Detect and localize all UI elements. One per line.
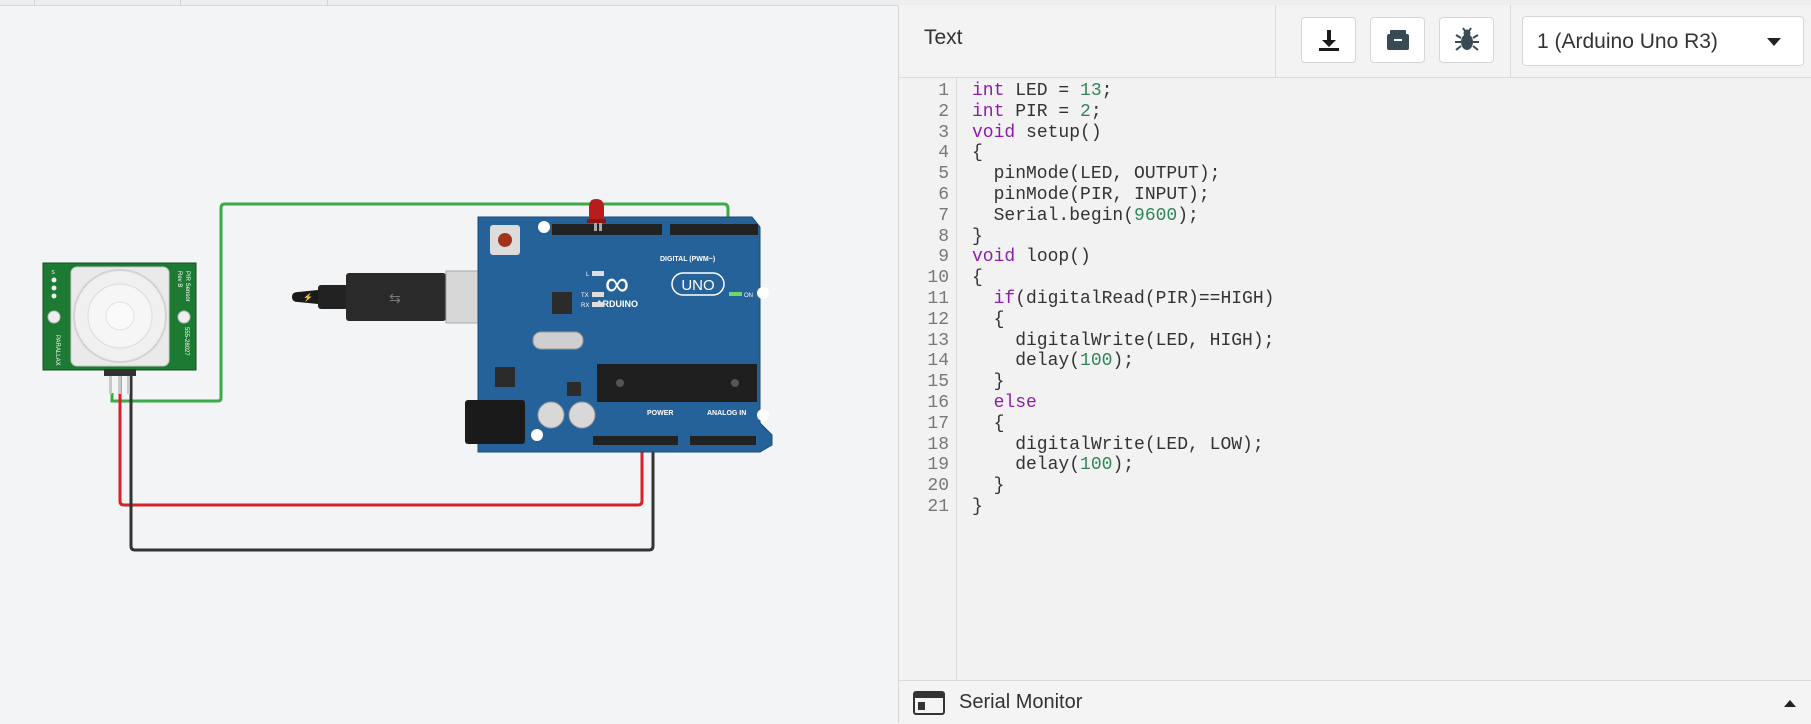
- code-token: );: [1177, 205, 1199, 226]
- code-token: pinMode(LED, OUTPUT);: [972, 164, 1221, 185]
- svg-text:⇆: ⇆: [389, 290, 401, 306]
- library-icon: [1386, 30, 1409, 50]
- code-line[interactable]: Serial.begin(9600);: [972, 204, 1199, 228]
- pir-rev-label: Rev B: [176, 271, 182, 287]
- code-keyword: else: [993, 393, 1037, 413]
- download-code-button[interactable]: [1301, 17, 1356, 63]
- line-number: 21: [927, 497, 949, 517]
- code-token: digitalWrite(LED, LOW);: [972, 434, 1264, 455]
- serial-monitor-bar[interactable]: Serial Monitor: [899, 680, 1811, 724]
- code-token: pinMode(PIR, INPUT);: [972, 185, 1210, 205]
- serial-monitor-icon: [913, 691, 945, 715]
- code-line[interactable]: if(digitalRead(PIR)==HIGH): [972, 287, 1275, 311]
- code-keyword: int: [972, 101, 1005, 122]
- code-number: 2: [1080, 101, 1091, 122]
- code-token: ;: [1090, 101, 1102, 122]
- code-token: }: [972, 372, 1005, 393]
- header-divider: [1275, 5, 1276, 77]
- code-number: 100: [1080, 351, 1113, 372]
- code-keyword: void: [972, 247, 1016, 268]
- code-line[interactable]: void setup(): [972, 121, 1102, 145]
- power-pins-label: POWER: [647, 410, 673, 417]
- on-label: ON: [744, 293, 753, 299]
- code-token: {: [972, 309, 1005, 330]
- code-token: );: [1112, 455, 1135, 476]
- code-token: LED =: [1004, 81, 1081, 101]
- libraries-button[interactable]: [1370, 17, 1425, 63]
- code-token: delay(: [972, 455, 1081, 476]
- code-token: delay(: [972, 351, 1081, 372]
- editor-mode-label[interactable]: Text: [924, 26, 963, 50]
- serial-monitor-label: Serial Monitor: [959, 691, 1083, 713]
- download-icon: [1318, 30, 1339, 51]
- code-token: ;: [1101, 81, 1113, 101]
- svg-text:⚡: ⚡: [303, 292, 313, 302]
- code-token: }: [972, 476, 1005, 497]
- code-line[interactable]: void loop(): [972, 245, 1091, 269]
- led-label-rx: RX: [581, 303, 589, 309]
- chevron-up-icon[interactable]: [1784, 700, 1796, 707]
- code-token: Serial.begin(: [972, 205, 1135, 226]
- code-editor-panel: Text 1 (Arduino Uno R3) 1 2 3 4 5 6 7 8 …: [898, 5, 1811, 724]
- pir-brand-label: PARALLAX: [54, 335, 60, 366]
- code-token: PIR =: [1004, 101, 1081, 122]
- device-select[interactable]: 1 (Arduino Uno R3): [1522, 16, 1804, 66]
- code-keyword: int: [972, 81, 1005, 101]
- code-token: loop(): [1015, 247, 1091, 268]
- code-token: setup(): [1015, 122, 1102, 143]
- code-number: 100: [1080, 455, 1113, 476]
- editor-header: Text 1 (Arduino Uno R3): [899, 5, 1811, 78]
- code-area[interactable]: int LED = 13; int PIR = 2; void setup(){ p…: [972, 78, 1802, 680]
- arduino-uno-board: ∞ ARDUINO UNO DIGITAL (PWM~) ON L TX RX …: [465, 216, 773, 453]
- circuit-canvas[interactable]: S PARALLAX PIR Sensor Rev B 555-28027 ⚡ …: [0, 5, 898, 723]
- code-number: 13: [1080, 81, 1102, 101]
- code-number: 9600: [1134, 205, 1178, 226]
- debugger-icon: [1454, 27, 1479, 51]
- pir-sensor-label: PIR Sensor: [184, 271, 190, 302]
- header-divider: [1510, 5, 1511, 77]
- code-editor[interactable]: 1 2 3 4 5 6 7 8 9 10 11 12 13 14 15 16 17 18 19 20 21 int LE…: [899, 78, 1811, 680]
- code-keyword: void: [972, 122, 1016, 143]
- code-token: {: [972, 268, 983, 289]
- line-number-gutter: 1 2 3 4 5 6 7 8 9 10 11 12 13 14 15 16 17 18 19 20 21: [899, 78, 957, 680]
- code-token: (digitalRead(PIR)==HIGH): [1015, 289, 1275, 309]
- code-token: {: [972, 413, 1005, 434]
- pir-part-number: 555-28027: [183, 327, 189, 356]
- code-token: }: [972, 226, 983, 247]
- svg-text:∞: ∞: [605, 265, 629, 303]
- code-token: );: [1112, 351, 1135, 372]
- code-token: }: [972, 497, 983, 517]
- pir-sensor: S PARALLAX PIR Sensor Rev B 555-28027: [42, 262, 197, 394]
- code-token: digitalWrite(LED, HIGH);: [972, 330, 1275, 351]
- code-line[interactable]: }: [972, 495, 983, 519]
- code-keyword: if: [993, 289, 1016, 309]
- arduino-model-label: UNO: [681, 277, 714, 294]
- code-token: {: [972, 143, 983, 164]
- chevron-down-icon: [1767, 38, 1781, 46]
- analog-pins-label: ANALOG IN: [707, 410, 746, 417]
- led-label-tx: TX: [581, 293, 589, 299]
- digital-pins-label: DIGITAL (PWM~): [660, 256, 715, 263]
- debugger-button[interactable]: [1439, 17, 1494, 63]
- device-select-value: 1 (Arduino Uno R3): [1537, 30, 1718, 53]
